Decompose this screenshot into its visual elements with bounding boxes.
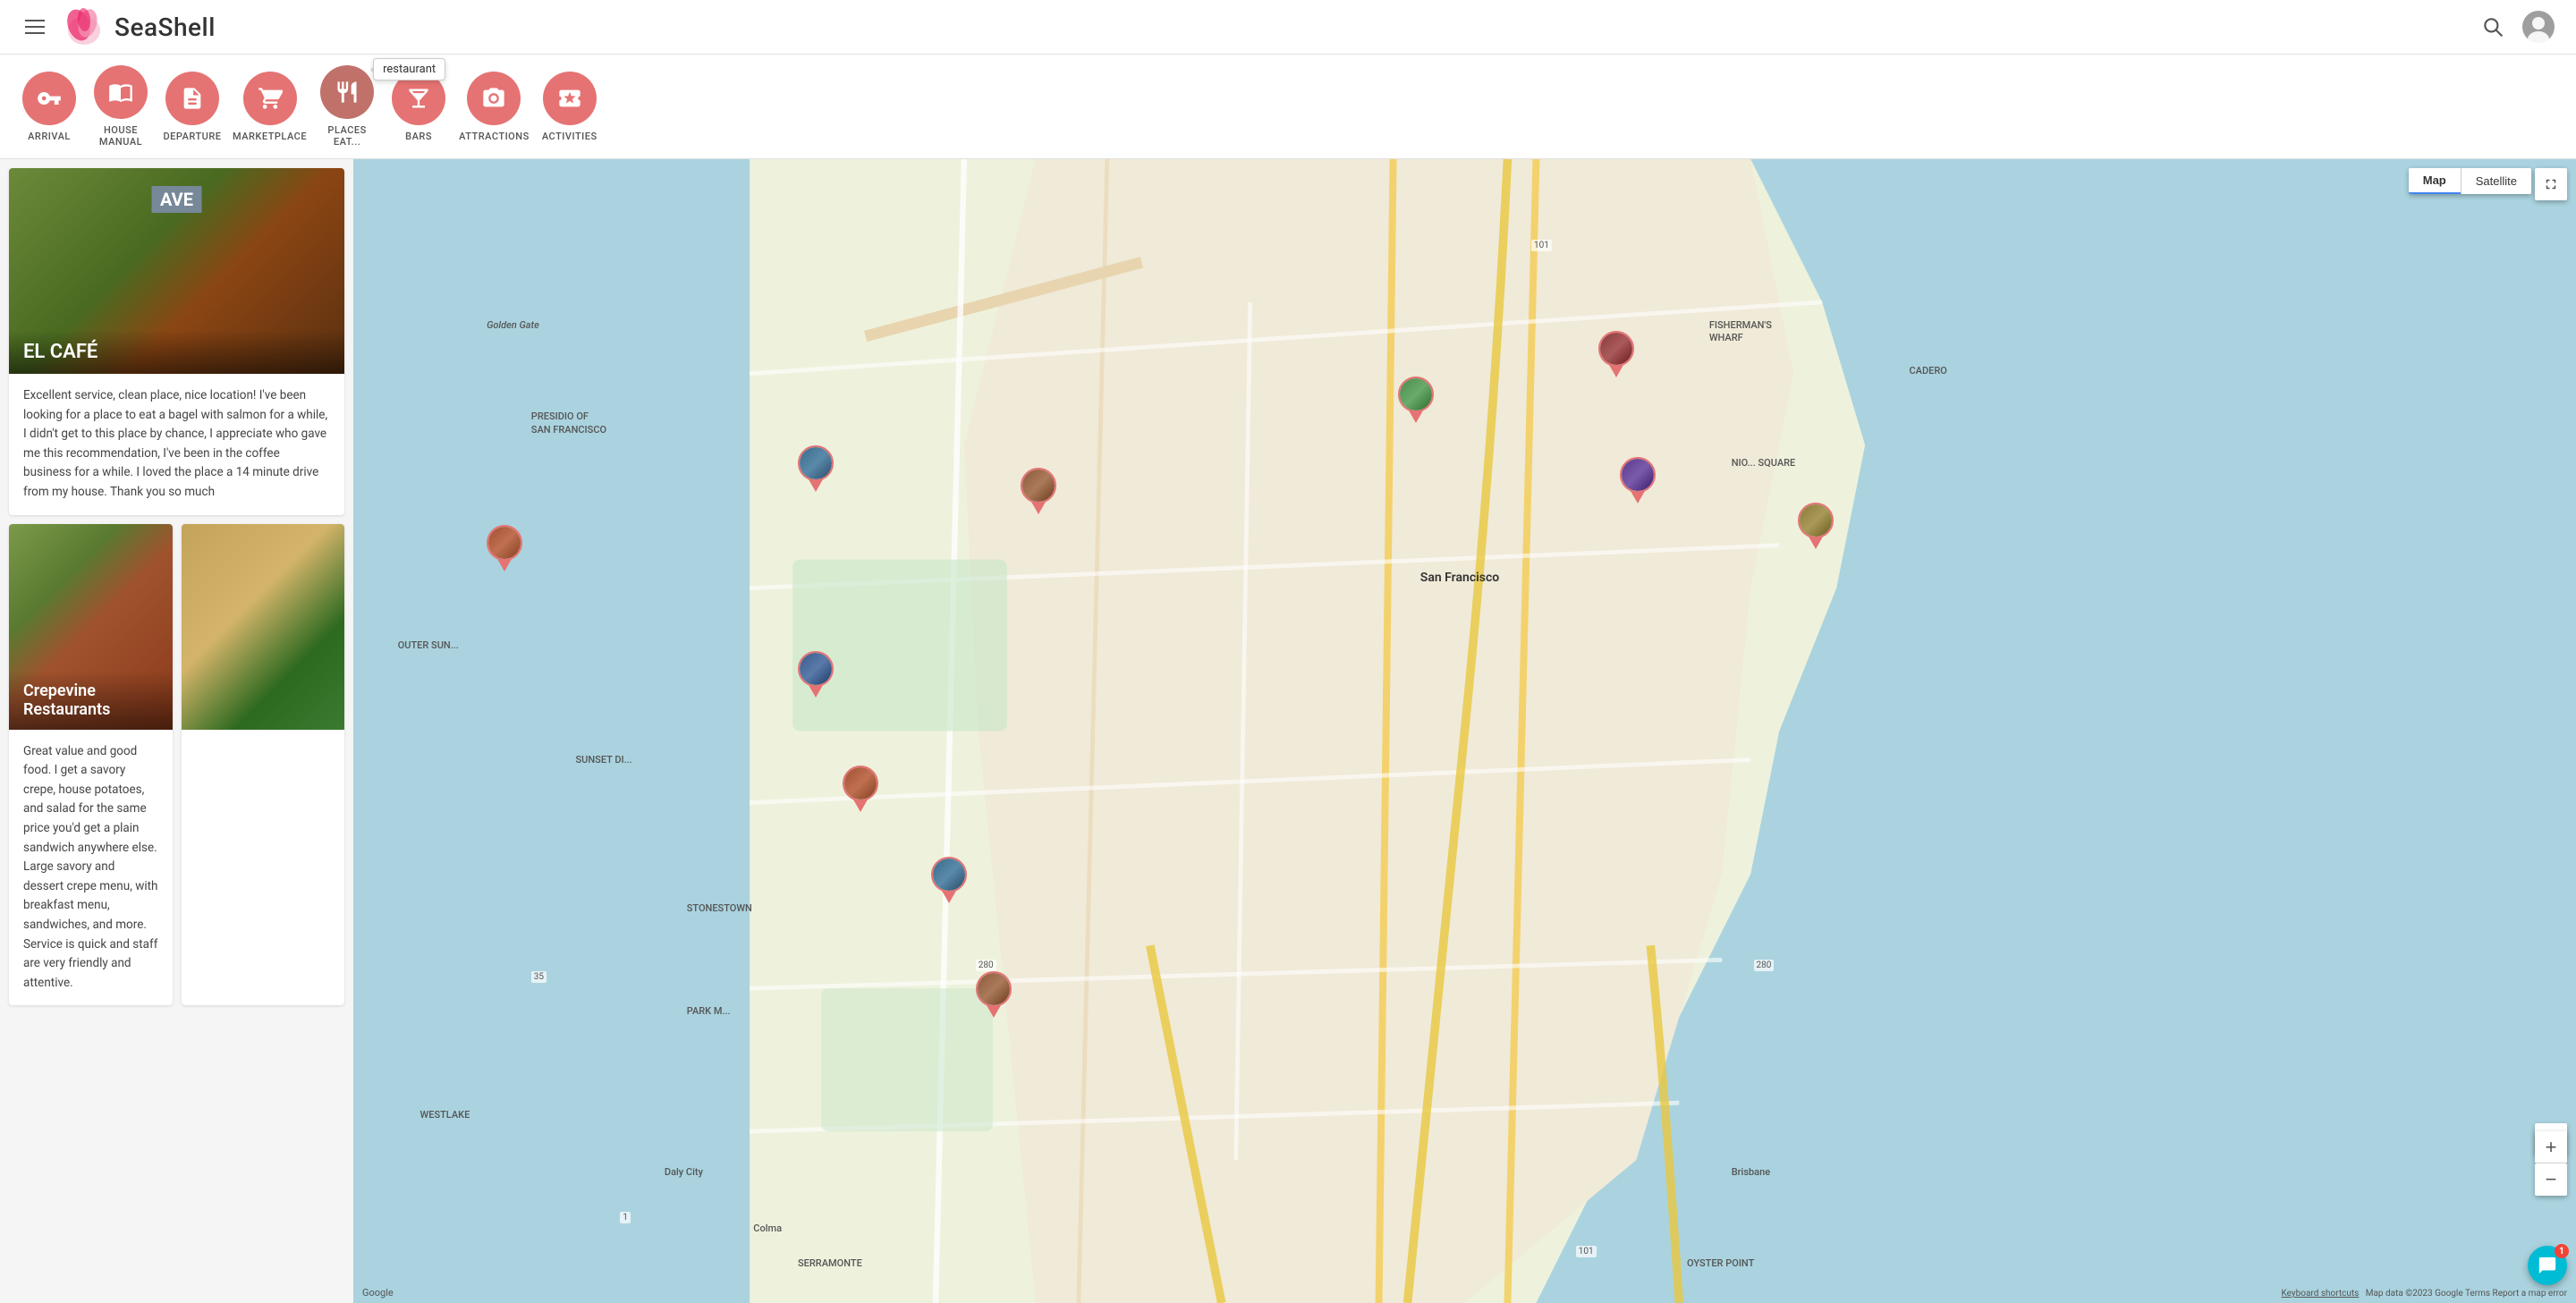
card-el-cafe[interactable]: EL CAFÉ Excellent service, clean place, … [9, 168, 344, 515]
activities-circle [543, 72, 597, 125]
map-pin-6[interactable] [1620, 457, 1656, 503]
map-pin-2[interactable] [798, 445, 834, 492]
nav-item-places-eat[interactable]: PLACESEAT... restaurant [316, 65, 378, 148]
chat-bubble[interactable]: 1 [2528, 1246, 2567, 1285]
el-cafe-title: EL CAFÉ [9, 330, 344, 374]
nav-item-attractions[interactable]: ATTRACTIONS [459, 72, 530, 142]
map-zoom-out[interactable]: − [2535, 1163, 2567, 1196]
nav-item-house-manual[interactable]: HOUSEMANUAL [89, 65, 152, 148]
keyboard-shortcuts[interactable]: Keyboard shortcuts [2282, 1289, 2360, 1299]
bars-label: BARS [405, 131, 432, 142]
map-pin-5[interactable] [1598, 331, 1634, 377]
departure-label: DEPARTURE [164, 131, 222, 142]
map-pin-11[interactable] [976, 971, 1012, 1018]
map-panel: PRESIDIO OFSAN FRANCISCO FISHERMAN'SWHAR… [353, 159, 2576, 1303]
nav-item-activities[interactable]: ACTIVITIES [538, 72, 601, 142]
marketplace-icon [258, 86, 283, 111]
map-toggle-map[interactable]: Map [2409, 168, 2461, 194]
logo-icon [63, 5, 106, 48]
card-food[interactable] [182, 524, 345, 1006]
search-button[interactable] [2481, 15, 2504, 38]
card-crepevine[interactable]: Crepevine Restaurants Great value and go… [9, 524, 173, 1006]
map-zoom-controls: + − [2535, 1131, 2567, 1196]
house-manual-label: HOUSEMANUAL [99, 124, 142, 148]
map-satellite-toggle: Map Satellite [2409, 168, 2531, 194]
map-background [353, 159, 2576, 1303]
map-toggle-satellite[interactable]: Satellite [2462, 168, 2531, 194]
departure-circle [165, 72, 219, 125]
nav-item-marketplace[interactable]: MARKETPLACE [233, 72, 307, 142]
nav-item-departure[interactable]: DEPARTURE [161, 72, 224, 142]
crepevine-image: Crepevine Restaurants [9, 524, 173, 730]
header: SeaShell [0, 0, 2576, 55]
hamburger-menu[interactable] [21, 16, 48, 38]
chat-icon [2538, 1256, 2557, 1275]
marketplace-label: MARKETPLACE [233, 131, 307, 142]
map-pin-10[interactable] [931, 857, 967, 903]
marketplace-circle [243, 72, 297, 125]
app-title: SeaShell [114, 13, 216, 42]
attractions-icon [481, 86, 506, 111]
map-pin-4[interactable] [1398, 377, 1434, 423]
map-pin-9[interactable] [843, 766, 878, 812]
header-left: SeaShell [21, 5, 216, 48]
hamburger-line [25, 32, 45, 34]
house-manual-circle [94, 65, 148, 119]
map-zoom-in[interactable]: + [2535, 1131, 2567, 1163]
fullscreen-icon [2543, 176, 2559, 192]
map-data-attribution: Map data ©2023 Google Terms Report a map… [2366, 1289, 2567, 1299]
nav-categories: ARRIVAL HOUSEMANUAL DEPARTURE MARKETPLAC… [0, 55, 2576, 159]
departure-icon [180, 86, 205, 111]
cards-row: Crepevine Restaurants Great value and go… [9, 524, 344, 1006]
main-layout: EL CAFÉ Excellent service, clean place, … [0, 159, 2576, 1303]
places-eat-circle [320, 65, 374, 119]
places-eat-icon [335, 80, 360, 105]
google-attribution: Google [362, 1287, 394, 1299]
places-eat-tooltip: restaurant [373, 58, 445, 80]
hamburger-line [25, 20, 45, 21]
map-attribution-right: Keyboard shortcuts Map data ©2023 Google… [2282, 1289, 2567, 1299]
attractions-circle [467, 72, 521, 125]
search-icon [2481, 15, 2504, 38]
map-pin-7[interactable] [1798, 503, 1834, 549]
map-pin-8[interactable] [798, 651, 834, 698]
crepevine-description: Great value and good food. I get a savor… [9, 730, 173, 1006]
food-image [182, 524, 345, 730]
nav-item-bars[interactable]: BARS [387, 72, 450, 142]
crepevine-title: Crepevine Restaurants [9, 671, 173, 730]
bars-icon [406, 86, 431, 111]
logo-wrap: SeaShell [63, 5, 216, 48]
avatar-icon [2522, 11, 2555, 43]
attractions-label: ATTRACTIONS [459, 131, 530, 142]
cards-panel: EL CAFÉ Excellent service, clean place, … [0, 159, 353, 1303]
places-eat-label: PLACESEAT... [327, 124, 366, 148]
avatar-button[interactable] [2522, 11, 2555, 43]
activities-label: ACTIVITIES [542, 131, 597, 142]
map-pin-3[interactable] [1021, 468, 1056, 514]
activities-icon [557, 86, 582, 111]
arrival-circle [22, 72, 76, 125]
chat-badge: 1 [2555, 1244, 2569, 1258]
arrival-icon [37, 86, 62, 111]
arrival-label: ARRIVAL [28, 131, 71, 142]
house-manual-icon [108, 80, 133, 105]
nav-item-arrival[interactable]: ARRIVAL [18, 72, 80, 142]
header-right [2481, 11, 2555, 43]
map-fullscreen-button[interactable] [2535, 168, 2567, 200]
el-cafe-description: Excellent service, clean place, nice loc… [9, 374, 344, 515]
map-pin-1[interactable] [487, 525, 522, 571]
hamburger-line [25, 26, 45, 28]
el-cafe-image: EL CAFÉ [9, 168, 344, 374]
